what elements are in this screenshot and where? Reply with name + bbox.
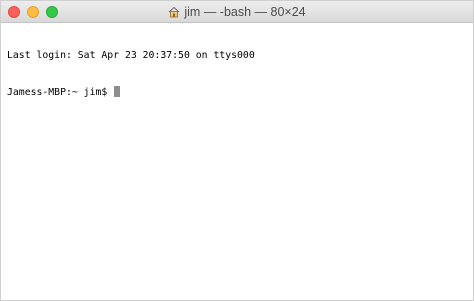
title-bar[interactable]: jim — -bash — 80×24	[1, 1, 473, 23]
window-title-text: jim — -bash — 80×24	[184, 4, 306, 19]
close-button[interactable]	[8, 6, 20, 18]
shell-prompt: Jamess-MBP:~ jim$	[7, 87, 114, 98]
last-login-line: Last login: Sat Apr 23 20:37:50 on ttys0…	[7, 50, 255, 61]
home-folder-icon	[168, 6, 180, 18]
minimize-button[interactable]	[27, 6, 39, 18]
prompt-line: Jamess-MBP:~ jim$	[7, 86, 467, 98]
text-cursor	[114, 86, 121, 97]
terminal-output[interactable]: Last login: Sat Apr 23 20:37:50 on ttys0…	[1, 23, 473, 125]
window-controls	[8, 6, 58, 18]
terminal-window: jim — -bash — 80×24 Last login: Sat Apr …	[0, 0, 474, 301]
window-title: jim — -bash — 80×24	[168, 4, 306, 19]
maximize-button[interactable]	[46, 6, 58, 18]
